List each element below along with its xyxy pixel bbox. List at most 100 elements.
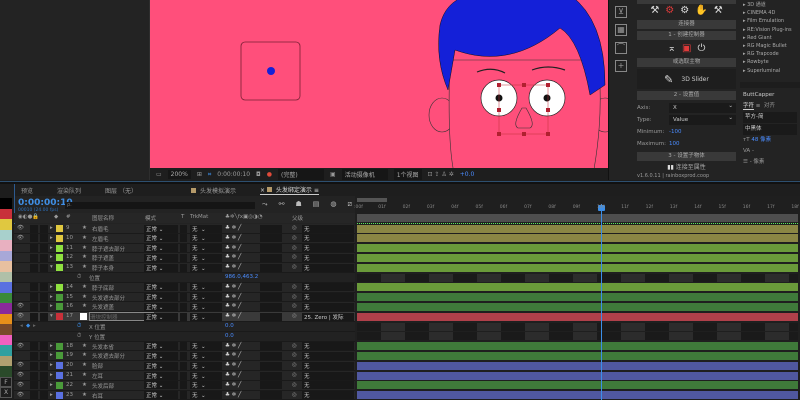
blend-mode-dropdown[interactable]: 正常 ⌄ xyxy=(144,302,178,311)
lock-toggle[interactable] xyxy=(40,302,48,311)
twirl-closed-icon[interactable]: ▸ xyxy=(50,294,53,300)
visibility-eye-icon[interactable]: 👁 xyxy=(17,343,24,349)
parent-dropdown[interactable]: 无 xyxy=(302,342,354,351)
leading-field[interactable]: - 像素 xyxy=(750,159,765,165)
blend-mode-dropdown[interactable]: 正常 ⌄ xyxy=(144,342,178,351)
work-area-bar[interactable] xyxy=(357,214,798,222)
layer-switch-icons[interactable]: ♣ ✲ ╱ xyxy=(225,392,241,398)
blend-mode-dropdown[interactable]: 正常 ⌄ xyxy=(144,361,178,370)
layer-duration-bar[interactable] xyxy=(357,234,798,243)
blend-mode-dropdown[interactable]: 正常 ⌄ xyxy=(144,253,178,262)
twirl-closed-icon[interactable]: ▸ xyxy=(50,382,53,388)
layer-row[interactable]: ▾ 13 ★ 脖子本身 正常 ⌄ 无 ⌄ ♣ ✲ ╱ ◎ 无 xyxy=(14,263,355,273)
layer-duration-bar[interactable] xyxy=(357,253,798,262)
layer-row[interactable]: 👁 ▾ 17 滑块控制器 正常 ⌄ 无 ⌄ ♣ ✲ ╱ ◎ 25. Zero | 发际 xyxy=(14,312,355,322)
pickwhip-icon[interactable]: ◎ xyxy=(292,235,297,241)
font-style-select[interactable]: 中黑体 xyxy=(743,124,797,135)
property-value[interactable]: 0.0 xyxy=(225,323,234,329)
visibility-eye-icon[interactable]: 👁 xyxy=(17,313,24,319)
layer-switch-boxes[interactable] xyxy=(260,312,282,321)
zoom-dropdown[interactable]: 200% xyxy=(167,170,191,179)
audio-toggle[interactable] xyxy=(30,351,38,360)
hand-icon[interactable]: ✋ xyxy=(695,4,707,18)
visibility-eye-icon[interactable]: 👁 xyxy=(17,382,24,388)
blend-mode-dropdown[interactable]: 正常 ⌄ xyxy=(144,371,178,380)
stopwatch-icon[interactable]: ⏱ xyxy=(77,333,81,340)
blend-mode-dropdown[interactable]: 正常 ⌄ xyxy=(144,381,178,390)
lock-toggle[interactable] xyxy=(40,263,48,272)
audio-toggle[interactable] xyxy=(30,234,38,243)
layer-duration-bar[interactable] xyxy=(357,224,798,233)
effect-category[interactable]: ▸ RG Trapcode xyxy=(743,50,797,58)
layer-switch-icons[interactable]: ♣ ✲ ╱ xyxy=(225,225,241,231)
set-value-button[interactable]: 2 - 设置值 xyxy=(637,91,736,100)
pickwhip-icon[interactable]: ◎ xyxy=(292,303,297,309)
blend-mode-dropdown[interactable]: 正常 ⌄ xyxy=(144,263,178,272)
audio-toggle[interactable] xyxy=(30,381,38,390)
layer-switch-icons[interactable]: ♣ ✲ ╱ xyxy=(225,313,241,319)
label-color[interactable] xyxy=(56,293,63,301)
visibility-eye-icon[interactable]: 👁 xyxy=(17,372,24,378)
layer-switch-boxes[interactable] xyxy=(260,234,282,243)
swatch-letter[interactable]: X xyxy=(0,387,12,398)
frame-blend-icon[interactable]: ▤ xyxy=(313,200,320,209)
connect-property-button[interactable]: ▮▮ 连接至属性 xyxy=(637,163,736,173)
pickwhip-icon[interactable]: ◎ xyxy=(292,382,297,388)
twirl-closed-icon[interactable]: ▸ xyxy=(50,362,53,368)
layer-switch-boxes[interactable] xyxy=(260,302,282,311)
resolution-dropdown[interactable]: (完整) xyxy=(278,169,325,180)
connector-icon[interactable]: ⚙ xyxy=(665,4,674,18)
label-swatch[interactable] xyxy=(0,198,12,209)
track-matte-dropdown[interactable]: 无 ⌄ xyxy=(190,391,222,400)
parent-dropdown[interactable]: 无 xyxy=(302,283,354,292)
lock-toggle[interactable] xyxy=(40,381,48,390)
visibility-eye-icon[interactable]: 👁 xyxy=(17,362,24,368)
track-matte-dropdown[interactable]: 无 ⌄ xyxy=(190,342,222,351)
layer-name[interactable]: 右耳 xyxy=(92,392,103,400)
layer-switch-icons[interactable]: ♣ ✲ ╱ xyxy=(225,372,241,378)
visibility-eye-icon[interactable]: 👁 xyxy=(17,392,24,398)
layer-row[interactable]: 👁 ▸ 22 ★ 头发后部 正常 ⌄ 无 ⌄ ♣ ✲ ╱ ◎ 无 xyxy=(14,380,355,391)
property-row[interactable]: ⏱ 位置 986.0,463.2 xyxy=(14,273,355,283)
tab-layer[interactable]: 图层 （无） xyxy=(105,186,137,195)
layer-name[interactable]: 头发遮去部分 xyxy=(92,352,125,360)
track-matte-dropdown[interactable]: 无 ⌄ xyxy=(190,283,222,292)
preserve-transparency-toggle[interactable] xyxy=(180,283,187,292)
track-matte-dropdown[interactable]: 无 ⌄ xyxy=(190,381,222,390)
prev-keyframe-icon[interactable]: ◂ xyxy=(20,323,23,329)
label-swatch[interactable] xyxy=(0,208,12,219)
layer-switch-icons[interactable]: ♣ ✲ ╱ xyxy=(225,352,241,358)
angle-icon[interactable]: ⏻ xyxy=(697,42,705,56)
layer-row[interactable]: ▸ 11 ★ 脖子遮去部分 正常 ⌄ 无 ⌄ ♣ ✲ ╱ ◎ 无 xyxy=(14,243,355,254)
layer-switch-boxes[interactable] xyxy=(260,381,282,390)
layer-switch-boxes[interactable] xyxy=(260,342,282,351)
preserve-transparency-toggle[interactable] xyxy=(180,234,187,243)
preserve-transparency-toggle[interactable] xyxy=(180,244,187,253)
font-family-select[interactable]: 苹方-简 xyxy=(743,112,797,123)
connector-button[interactable]: 连接器 xyxy=(637,20,736,29)
track-matte-dropdown[interactable]: 无 ⌄ xyxy=(190,234,222,243)
property-row[interactable]: ⏱ Y 位置 0.0 xyxy=(14,331,355,342)
audio-toggle[interactable] xyxy=(30,293,38,302)
track-matte-dropdown[interactable]: 无 ⌄ xyxy=(190,244,222,253)
preserve-transparency-toggle[interactable] xyxy=(180,342,187,351)
parent-dropdown[interactable]: 无 xyxy=(302,381,354,390)
parent-dropdown[interactable]: 无 xyxy=(302,351,354,360)
track-matte-dropdown[interactable]: 无 ⌄ xyxy=(190,371,222,380)
layer-duration-bar[interactable] xyxy=(357,312,798,321)
audio-toggle[interactable] xyxy=(30,391,38,400)
preserve-transparency-toggle[interactable] xyxy=(180,293,187,302)
effect-category[interactable]: ▸ CINEMA 4D xyxy=(743,9,797,17)
controller-dot[interactable] xyxy=(267,67,275,75)
label-swatch[interactable] xyxy=(0,271,12,282)
twirl-closed-icon[interactable]: ▸ xyxy=(50,343,53,349)
layer-row[interactable]: 👁 ▸ 10 ★ 左眉毛 正常 ⌄ 无 ⌄ ♣ ✲ ╱ ◎ 无 xyxy=(14,233,355,244)
label-color[interactable] xyxy=(56,381,63,389)
layer-row[interactable]: 👁 ▸ 9 ★ 右眉毛 正常 ⌄ 无 ⌄ ♣ ✲ ╱ ◎ 无 xyxy=(14,224,355,234)
stopwatch-icon[interactable]: ⏱ xyxy=(77,323,81,330)
blend-mode-dropdown[interactable]: 正常 ⌄ xyxy=(144,234,178,243)
track-matte-dropdown[interactable]: 无 ⌄ xyxy=(190,312,222,321)
pickwhip-icon[interactable]: ◎ xyxy=(292,372,297,378)
track-matte-dropdown[interactable]: 无 ⌄ xyxy=(190,361,222,370)
layer-duration-bar[interactable] xyxy=(357,371,798,380)
